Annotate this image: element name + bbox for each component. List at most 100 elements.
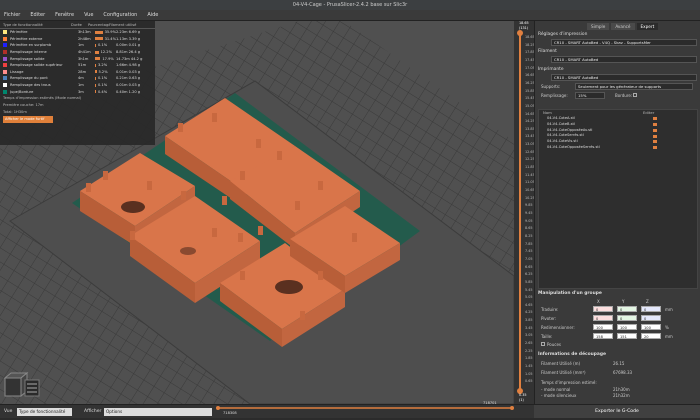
layer-slider[interactable]: 18.65 (131) 18.65 18.25 17.85 17.45 17.05 16.… — [514, 21, 535, 404]
filament-mm3-value: 67698.33 — [613, 370, 633, 375]
legend-row[interactable]: Remplissage solide 3h1m 17.9% 14.73m 44.2 g — [0, 55, 155, 62]
scale-y-field[interactable]: 100 — [617, 324, 637, 330]
layer-tick: 5.85 — [525, 279, 533, 284]
legend-row[interactable]: Remplissage des trous 1m 0.1% 0.01m 0.03 g — [0, 82, 155, 89]
pct-bar — [95, 76, 96, 80]
estimate-label: Temps d'impression estimés (Mode normal) — [3, 95, 82, 100]
print-settings-label: Réglages d'impression — [538, 32, 588, 37]
show-label: Afficher — [84, 409, 102, 414]
legend-row[interactable]: Périmètre en surplomb 1m 0.1% 0.00m 0.01 g — [0, 42, 155, 49]
filament-label: Filament — [538, 49, 557, 54]
layer-tick: 3.05 — [525, 333, 533, 338]
infill-select[interactable]: 15% — [575, 92, 605, 99]
normal-time-value: 21h30m — [613, 387, 630, 392]
pct-bar — [95, 90, 96, 94]
edit-icon — [653, 146, 657, 150]
supports-label: Supports: — [541, 84, 561, 89]
export-gcode-button[interactable]: Exporter le G-Code — [534, 405, 700, 418]
layer-tick: 2.65 — [525, 341, 533, 346]
layer-tick: 0.65 — [525, 379, 533, 384]
menu-window[interactable]: Fenêtre — [55, 12, 74, 18]
top-handle — [517, 30, 523, 36]
layer-tick: 8.65 — [525, 226, 533, 231]
print-settings-select[interactable]: CR10 - SMART AutoBed - V4Q - Skav - Supp… — [551, 39, 697, 46]
layer-tick: 7.45 — [525, 249, 533, 254]
layer-tick: 9.85 — [525, 203, 533, 208]
legend-row[interactable]: Périmètre 3h13m 35.9% 2.23m 6.69 g — [0, 29, 155, 36]
tab-expert[interactable]: Expert — [636, 23, 659, 30]
options-select[interactable]: Options — [104, 408, 212, 416]
layer-tick: 1.45 — [525, 364, 533, 369]
size-z-field[interactable]: 20 — [641, 333, 661, 339]
legend-swatch — [3, 76, 7, 81]
layer-tick: 9.45 — [525, 211, 533, 215]
supports-select[interactable]: Seulement pour les générateur de support… — [575, 83, 693, 90]
layer-tick: 3.45 — [525, 325, 533, 330]
pct-bar — [95, 37, 103, 41]
edit-icon — [653, 140, 657, 144]
legend-swatch — [3, 83, 7, 88]
rotation-z-field[interactable]: 0 — [641, 315, 661, 321]
inches-checkbox[interactable] — [541, 342, 545, 346]
layer-tick: 1.05 — [525, 371, 533, 376]
pct-bar — [95, 43, 96, 47]
brim-checkbox[interactable] — [633, 93, 637, 97]
legend-swatch — [3, 89, 7, 94]
infill-label: Remplissage: — [541, 93, 568, 98]
layer-tick: 8.25 — [525, 233, 533, 238]
legend-row[interactable]: Remplissage du pont 4m 0.1% 0.21m 0.63 g — [0, 75, 155, 82]
printer-label: Imprimante — [538, 67, 564, 72]
legend-row[interactable]: Périmètre externe 2h48m 31.4% 1.13m 3.39 g — [0, 36, 155, 43]
menu-file[interactable]: Fichier — [4, 12, 20, 18]
legend-swatch — [3, 50, 7, 55]
layer-tick: 5.05 — [525, 295, 533, 300]
position-z-field[interactable]: 0 — [641, 306, 661, 312]
rotation-y-field[interactable]: 0 — [617, 315, 637, 321]
legend-row[interactable]: Jupe/Bordure 3m 0.4% 0.40m 1.20 g — [0, 88, 155, 95]
view-toolbar[interactable] — [3, 371, 41, 400]
rotation-x-field[interactable]: 0 — [593, 315, 613, 321]
pct-bar — [95, 63, 96, 67]
object-list[interactable]: Nom Editer 04-V4-CoteA.stl 04-V4-CoteB.stl… — [538, 109, 698, 289]
layer-tick: 6.25 — [525, 272, 533, 277]
cube-icon — [4, 377, 22, 397]
legend-row[interactable]: Lissage 28m 5.2% 0.01m 0.03 g — [0, 69, 155, 76]
menu-configuration[interactable]: Configuration — [103, 12, 137, 18]
legend-row[interactable]: Remplissage solide supérieur 51m 3.2% 1.66m… — [0, 62, 155, 69]
position-x-field[interactable]: 0 — [593, 306, 613, 312]
layer-tick: 7.05 — [525, 256, 533, 261]
filament-m-value: 26.15 — [613, 361, 625, 366]
size-x-field[interactable]: 158 — [593, 333, 613, 339]
move-slider[interactable]: 718308 718701 — [215, 401, 515, 418]
layer-tick: 2.25 — [525, 348, 533, 353]
legend-row[interactable]: Remplissage interne 4h41m 12.2% 8.81m 26.4 … — [0, 49, 155, 56]
legend-swatch — [3, 56, 7, 61]
menu-help[interactable]: Aide — [147, 12, 158, 18]
slider-right-value: 718701 — [483, 401, 497, 405]
scale-x-field[interactable]: 100 — [593, 324, 613, 330]
menu-view[interactable]: Vue — [84, 12, 93, 18]
pct-bar — [95, 30, 103, 34]
tab-simple[interactable]: Simple — [587, 23, 610, 30]
tab-advanced[interactable]: Avancé — [611, 23, 635, 30]
edit-icon — [653, 117, 657, 121]
legend-swatch — [3, 30, 7, 35]
filament-select[interactable]: CR10 - SMART AutoBed — [551, 56, 697, 63]
pct-bar — [95, 70, 97, 74]
scale-z-field[interactable]: 100 — [641, 324, 661, 330]
pct-bar — [95, 57, 101, 61]
menu-edit[interactable]: Editer — [30, 12, 45, 18]
legend-swatch — [3, 69, 7, 74]
layer-tick: 9.05 — [525, 218, 533, 223]
position-y-field[interactable]: 0 — [617, 306, 637, 312]
list-item[interactable]: 04-V4-CoteOpposéeSerrés.stl — [539, 145, 697, 151]
printer-select[interactable]: CR10 - SMART AutoBed — [551, 74, 697, 81]
size-y-field[interactable]: 151 — [617, 333, 637, 339]
layer-tick: 3.85 — [525, 318, 533, 323]
edit-icon — [653, 134, 657, 138]
layer-tick: 6.65 — [525, 264, 533, 269]
view-type-select[interactable]: Type de fonctionnalité — [17, 408, 72, 416]
layer-tick: 4.65 — [525, 302, 533, 307]
edit-icon — [653, 122, 657, 126]
show-stealth-mode-button[interactable]: Afficher le mode furtif — [3, 115, 53, 123]
